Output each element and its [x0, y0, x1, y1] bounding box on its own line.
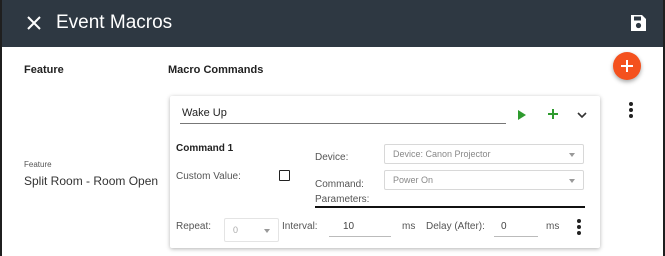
command-select-value: Power On: [393, 175, 434, 185]
parameters-label: Parameters:: [315, 194, 370, 205]
add-command-icon[interactable]: [546, 107, 560, 121]
delay-label: Delay (After):: [426, 221, 485, 232]
interval-underline: [329, 236, 391, 237]
close-icon[interactable]: [24, 13, 44, 33]
feature-field-caption: Feature: [24, 160, 52, 169]
macro-card: Wake Up Command 1 Custom Value: Device: …: [170, 96, 600, 248]
chevron-down-icon[interactable]: [576, 110, 588, 120]
interval-label: Interval:: [282, 221, 318, 232]
custom-value-checkbox[interactable]: [279, 170, 290, 181]
device-label: Device:: [315, 152, 349, 163]
custom-value-label: Custom Value:: [176, 171, 241, 182]
macro-name-underline: [180, 123, 506, 124]
repeat-label: Repeat:: [176, 221, 212, 232]
chevron-down-icon: [569, 153, 575, 157]
interval-input[interactable]: 10: [343, 221, 354, 232]
page-title: Event Macros: [56, 12, 173, 33]
plus-icon: [621, 60, 633, 72]
add-macro-button[interactable]: [613, 52, 641, 80]
command-label: Command:: [315, 179, 364, 190]
parameters-divider: [315, 206, 585, 208]
macro-menu-icon[interactable]: [628, 102, 634, 118]
repeat-select-value: 0: [233, 225, 239, 235]
device-select[interactable]: Device: Canon Projector: [384, 144, 584, 164]
save-icon[interactable]: [629, 14, 647, 32]
feature-field-value[interactable]: Split Room - Room Open: [24, 174, 158, 188]
macro-name-input[interactable]: Wake Up: [182, 107, 227, 119]
delay-input[interactable]: 0: [501, 221, 507, 232]
chevron-down-icon: [569, 179, 575, 183]
command-title: Command 1: [176, 143, 234, 154]
command-select[interactable]: Power On: [384, 170, 584, 190]
command-menu-icon[interactable]: [576, 219, 582, 235]
delay-unit: ms: [546, 221, 560, 232]
app-header: Event Macros: [2, 0, 663, 47]
chevron-down-icon: [264, 229, 270, 233]
delay-underline: [494, 236, 538, 237]
play-icon[interactable]: [517, 109, 527, 121]
interval-unit: ms: [402, 221, 416, 232]
macro-commands-column-header: Macro Commands: [168, 64, 264, 76]
feature-column-header: Feature: [24, 64, 64, 76]
repeat-select[interactable]: 0: [224, 218, 279, 242]
dialog-frame: Event Macros Feature Macro Commands Feat…: [0, 0, 665, 256]
device-select-value: Device: Canon Projector: [393, 149, 491, 159]
